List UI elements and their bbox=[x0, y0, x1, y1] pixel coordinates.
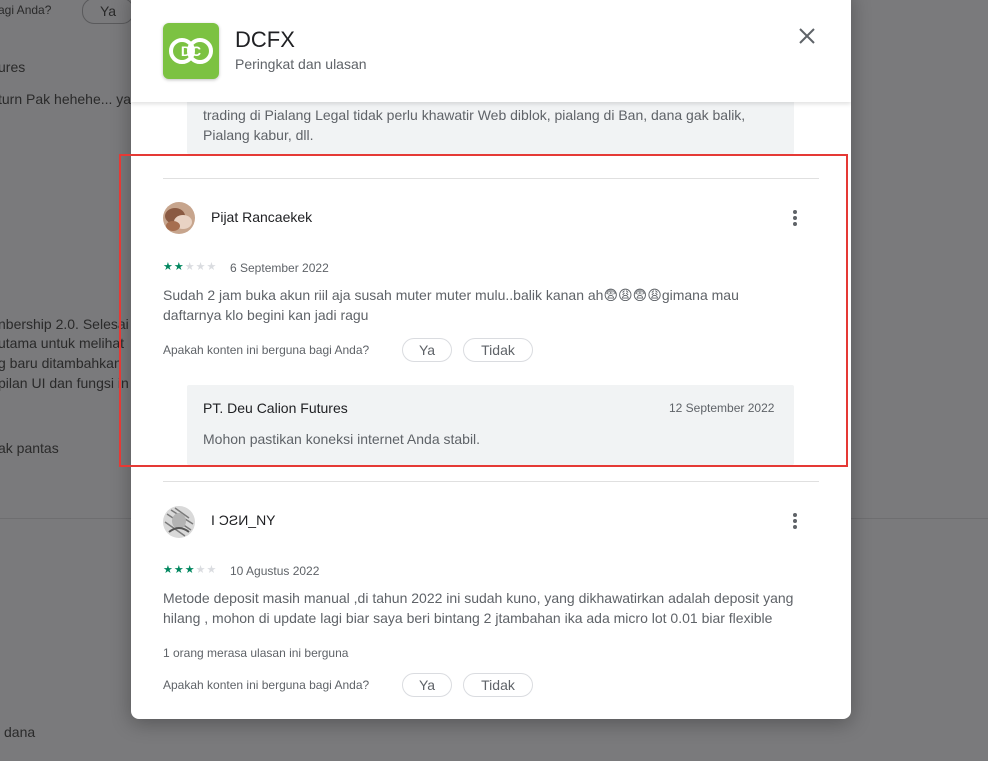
review-text: hilang , mohon di update lagi biar saya … bbox=[163, 610, 773, 626]
bg-text: g baru ditambahkan bbox=[0, 355, 122, 371]
reply-text: Mohon pastikan koneksi internet Anda sta… bbox=[203, 431, 481, 447]
bg-text: turn Pak hehehe... ya bbox=[0, 91, 132, 107]
reply-date: 12 September 2022 bbox=[669, 401, 775, 415]
helpful-question: Apakah konten ini berguna bagi Anda? bbox=[163, 678, 370, 692]
star-icon: ★ bbox=[184, 564, 195, 576]
review-date: 6 September 2022 bbox=[230, 261, 329, 275]
more-options-button[interactable] bbox=[779, 202, 811, 234]
reviewer-name: Pijat Rancaekek bbox=[211, 209, 313, 225]
logo-text: DC bbox=[181, 43, 201, 59]
reviews-list[interactable]: trading di Pialang Legal tidak perlu kha… bbox=[131, 0, 851, 719]
helpful-count: 1 orang merasa ulasan ini berguna bbox=[163, 646, 349, 660]
review-text: Sudah 2 jam buka akun riil aja susah mut… bbox=[163, 287, 739, 303]
no-button[interactable]: Tidak bbox=[463, 673, 533, 697]
review-text: daftarnya klo begini kan jadi ragu bbox=[163, 307, 369, 323]
avatar bbox=[163, 506, 195, 538]
bg-text: dana bbox=[4, 724, 36, 740]
bg-text: agi Anda? bbox=[0, 3, 52, 17]
star-icon: ★ bbox=[206, 564, 217, 576]
bg-text: nbership 2.0. Selesai bbox=[0, 316, 129, 332]
no-button[interactable]: Tidak bbox=[463, 338, 533, 362]
bg-yes-button: Ya bbox=[82, 0, 134, 24]
star-icon: ★ bbox=[163, 564, 173, 576]
bg-text: pilan UI dan fungsi in bbox=[0, 375, 129, 391]
helpful-question: Apakah konten ini berguna bagi Anda? bbox=[163, 343, 370, 357]
avatar bbox=[163, 202, 195, 234]
star-rating: ★ ★ ★ ★ ★ bbox=[163, 261, 216, 273]
review-text: Metode deposit masih manual ,di tahun 20… bbox=[163, 590, 794, 606]
star-icon: ★ bbox=[163, 261, 173, 273]
close-icon bbox=[799, 28, 815, 44]
star-icon: ★ bbox=[184, 261, 195, 273]
yes-button[interactable]: Ya bbox=[402, 673, 452, 697]
star-icon: ★ bbox=[173, 261, 184, 273]
review-date: 10 Agustus 2022 bbox=[230, 564, 320, 578]
star-icon: ★ bbox=[195, 261, 206, 273]
dialog-header: DC DCFX Peringkat dan ulasan bbox=[131, 0, 851, 102]
close-button[interactable] bbox=[787, 16, 827, 56]
ratings-dialog: trading di Pialang Legal tidak perlu kha… bbox=[131, 0, 851, 719]
developer-name: PT. Deu Calion Futures bbox=[203, 400, 348, 416]
bg-text: ak pantas bbox=[0, 440, 59, 456]
reply-text: Pialang kabur, dll. bbox=[203, 127, 314, 143]
bg-text: utama untuk melihat bbox=[0, 335, 125, 351]
star-icon: ★ bbox=[206, 261, 217, 273]
yes-button[interactable]: Ya bbox=[402, 338, 452, 362]
bg-text: ures bbox=[0, 59, 26, 75]
star-icon: ★ bbox=[195, 564, 206, 576]
more-vert-icon bbox=[793, 210, 797, 226]
reviewer-name: I ƆƧИ_NY bbox=[211, 512, 276, 528]
developer-reply: PT. Deu Calion Futures 12 September 2022… bbox=[187, 385, 794, 465]
more-vert-icon bbox=[793, 513, 797, 529]
more-options-button[interactable] bbox=[779, 505, 811, 537]
star-icon: ★ bbox=[173, 564, 184, 576]
review-divider bbox=[163, 481, 819, 482]
app-title: DCFX bbox=[235, 27, 295, 52]
review-divider bbox=[163, 178, 819, 179]
dialog-subtitle: Peringkat dan ulasan bbox=[235, 56, 367, 72]
dcfx-logo-icon: DC bbox=[163, 23, 219, 79]
reply-text: trading di Pialang Legal tidak perlu kha… bbox=[203, 107, 746, 123]
star-rating: ★ ★ ★ ★ ★ bbox=[163, 564, 216, 576]
